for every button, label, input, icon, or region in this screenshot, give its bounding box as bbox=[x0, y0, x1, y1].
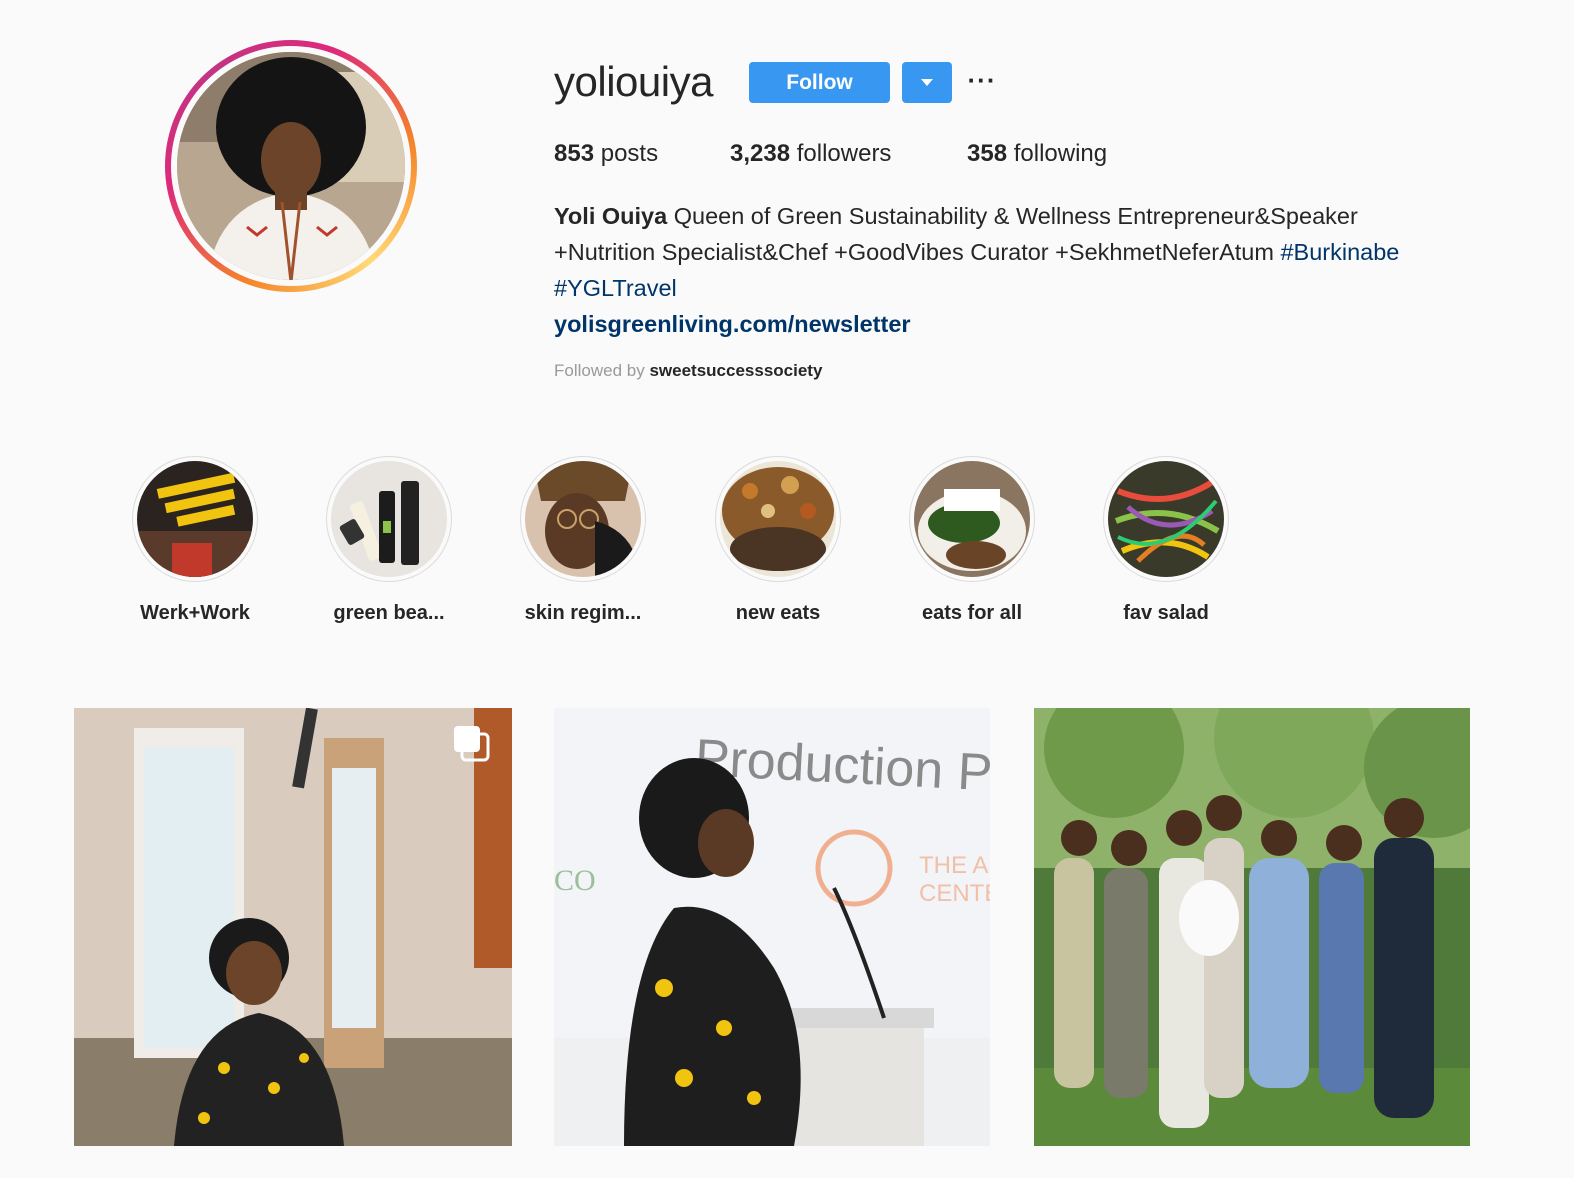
post-image bbox=[74, 708, 512, 1146]
bio-line-3: #YGLTravel bbox=[554, 270, 1494, 306]
followed-by-label: Followed by bbox=[554, 361, 645, 380]
highlight-label: Werk+Work bbox=[140, 602, 250, 624]
website-link[interactable]: yolisgreenliving.com/newsletter bbox=[554, 311, 911, 337]
sign-text: CO bbox=[554, 864, 596, 897]
highlight-item[interactable]: new eats bbox=[678, 456, 878, 625]
followers-count: 3,238 bbox=[730, 140, 791, 167]
highlight-cover bbox=[137, 461, 253, 577]
followed-by-user[interactable]: sweetsuccesssociety bbox=[649, 361, 822, 380]
posts-stat: 853 posts bbox=[554, 140, 658, 168]
sign-text: CENTE bbox=[919, 880, 990, 907]
following-label: following bbox=[1013, 140, 1108, 167]
highlight-ring bbox=[520, 456, 646, 582]
followed-by: Followed by sweetsuccesssociety bbox=[554, 361, 822, 381]
highlight-ring bbox=[715, 456, 841, 582]
highlight-label: skin regim... bbox=[524, 602, 642, 624]
caret-down-icon bbox=[921, 79, 933, 86]
highlight-item[interactable]: skin regim... bbox=[483, 456, 683, 625]
highlight-ring bbox=[132, 456, 258, 582]
follow-button[interactable]: Follow bbox=[749, 62, 890, 103]
followers-label: followers bbox=[796, 140, 892, 167]
post-image bbox=[1034, 708, 1470, 1146]
following-count: 358 bbox=[967, 140, 1008, 167]
multiple-images-icon bbox=[454, 726, 490, 762]
more-options-button[interactable]: ··· bbox=[968, 64, 996, 96]
posts-count: 853 bbox=[554, 140, 595, 167]
post-thumbnail[interactable] bbox=[1034, 708, 1470, 1146]
bio-line-4: yolisgreenliving.com/newsletter bbox=[554, 306, 1494, 342]
full-name: Yoli Ouiya bbox=[554, 203, 668, 229]
highlight-label: new eats bbox=[735, 602, 821, 624]
highlight-ring bbox=[326, 456, 452, 582]
highlight-label: fav salad bbox=[1123, 602, 1209, 624]
bio-line-2: +Nutrition Specialist&Chef +GoodVibes Cu… bbox=[554, 234, 1494, 270]
suggested-accounts-button[interactable] bbox=[902, 62, 952, 103]
profile-bio: Yoli Ouiya Queen of Green Sustainability… bbox=[554, 198, 1494, 342]
followers-stat[interactable]: 3,238 followers bbox=[730, 140, 891, 168]
highlight-item[interactable]: green bea... bbox=[289, 456, 489, 625]
bio-text-1: Queen of Green Sustainability & Wellness… bbox=[673, 203, 1358, 229]
profile-username: yoliouiya bbox=[554, 58, 713, 105]
avatar-photo bbox=[177, 52, 405, 280]
highlight-item[interactable]: fav salad bbox=[1066, 456, 1266, 625]
highlight-cover bbox=[914, 461, 1030, 577]
post-image: Production P CO THE A CENTE bbox=[554, 708, 990, 1146]
following-stat[interactable]: 358 following bbox=[967, 140, 1107, 168]
highlight-ring bbox=[1103, 456, 1229, 582]
hashtag-link[interactable]: #Burkinabe bbox=[1280, 239, 1399, 265]
sign-text: THE A bbox=[919, 852, 988, 879]
post-thumbnail[interactable]: Production P CO THE A CENTE bbox=[554, 708, 990, 1146]
highlight-cover bbox=[525, 461, 641, 577]
post-thumbnail[interactable] bbox=[74, 708, 512, 1146]
hashtag-link[interactable]: #YGLTravel bbox=[554, 275, 677, 301]
bio-text-2: +Nutrition Specialist&Chef +GoodVibes Cu… bbox=[554, 239, 1274, 265]
posts-label: posts bbox=[600, 140, 659, 167]
highlight-cover bbox=[1108, 461, 1224, 577]
highlight-label: green bea... bbox=[333, 602, 445, 624]
highlight-ring bbox=[909, 456, 1035, 582]
bio-line-1: Yoli Ouiya Queen of Green Sustainability… bbox=[554, 198, 1494, 234]
highlight-cover bbox=[720, 461, 836, 577]
highlight-label: eats for all bbox=[921, 602, 1023, 624]
highlight-cover bbox=[331, 461, 447, 577]
highlight-item[interactable]: eats for all bbox=[872, 456, 1072, 625]
profile-avatar[interactable] bbox=[165, 40, 417, 292]
highlight-item[interactable]: Werk+Work bbox=[95, 456, 295, 625]
